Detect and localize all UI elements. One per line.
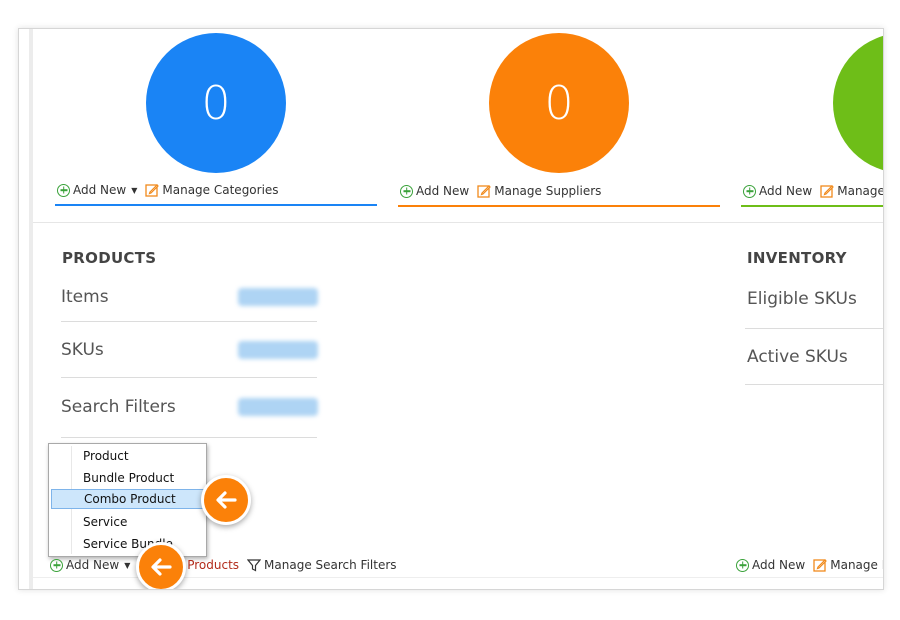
row-divider bbox=[61, 377, 317, 378]
manage-inventory-label: Manage In bbox=[830, 558, 883, 572]
funnel-icon bbox=[247, 558, 262, 572]
add-circle-icon bbox=[400, 184, 413, 198]
edit-icon bbox=[820, 184, 835, 198]
third-count-circle bbox=[833, 33, 883, 173]
add-circle-icon bbox=[743, 184, 756, 198]
callout-arrow-add-new bbox=[136, 542, 186, 589]
edit-icon bbox=[477, 184, 492, 198]
products-row-search-filters: Search Filters bbox=[61, 397, 176, 417]
menu-item-service-bundle[interactable]: Service Bundle bbox=[51, 534, 204, 554]
menu-item-bundle-product[interactable]: Bundle Product bbox=[51, 468, 204, 488]
categories-underline bbox=[55, 204, 377, 206]
add-new-label: Add New bbox=[752, 558, 806, 572]
suppliers-count: 0 bbox=[544, 76, 574, 130]
third-manage-label: Manage bbox=[837, 184, 884, 198]
frame-left-border bbox=[29, 29, 33, 589]
manage-suppliers-label: Manage Suppliers bbox=[494, 184, 602, 198]
products-title: PRODUCTS bbox=[62, 249, 157, 267]
caret-down-icon: ▼ bbox=[131, 185, 138, 195]
manage-search-filters-label: Manage Search Filters bbox=[264, 558, 397, 572]
menu-item-service[interactable]: Service bbox=[51, 512, 204, 532]
categories-actions: Add New ▼ Manage Categories bbox=[57, 183, 287, 197]
inventory-row-active-skus: Active SKUs bbox=[747, 347, 848, 367]
arrow-left-icon bbox=[151, 558, 172, 576]
add-circle-icon bbox=[736, 558, 749, 572]
manage-categories-link[interactable]: Manage Categories bbox=[145, 183, 279, 197]
categories-count-circle: 0 bbox=[146, 33, 286, 173]
inventory-add-new-button[interactable]: Add New bbox=[736, 558, 805, 572]
skus-value-blurred bbox=[238, 341, 318, 359]
suppliers-actions: Add New Manage Suppliers bbox=[400, 184, 609, 198]
row-divider bbox=[61, 437, 317, 438]
add-circle-icon bbox=[57, 183, 70, 197]
section-divider bbox=[33, 222, 883, 223]
dashboard-frame: 0 0 Add New ▼ Manage Categories Add New … bbox=[18, 28, 884, 590]
inventory-actions: Add New Manage In bbox=[736, 558, 883, 572]
manage-search-filters-link[interactable]: Manage Search Filters bbox=[247, 558, 397, 572]
caret-down-icon: ▼ bbox=[124, 560, 131, 570]
categories-count: 0 bbox=[201, 76, 231, 130]
inventory-title: INVENTORY bbox=[747, 249, 847, 267]
suppliers-count-circle: 0 bbox=[489, 33, 629, 173]
callout-arrow-combo-product bbox=[201, 475, 251, 525]
row-divider bbox=[61, 321, 317, 322]
manage-categories-label: Manage Categories bbox=[162, 183, 279, 197]
products-row-skus: SKUs bbox=[61, 340, 104, 360]
add-circle-icon bbox=[50, 558, 63, 572]
add-new-label: Add New bbox=[73, 183, 127, 197]
add-new-label: Add New bbox=[66, 558, 120, 572]
add-new-label: Add New bbox=[416, 184, 470, 198]
items-value-blurred bbox=[238, 288, 318, 306]
manage-suppliers-link[interactable]: Manage Suppliers bbox=[477, 184, 601, 198]
third-underline bbox=[741, 205, 883, 207]
products-row-items: Items bbox=[61, 287, 109, 307]
add-new-dropdown-menu: Product Bundle Product Combo Product Ser… bbox=[48, 443, 207, 557]
third-tile-actions: Add New Manage bbox=[743, 184, 884, 198]
add-new-label: Add New bbox=[759, 184, 813, 198]
menu-item-product[interactable]: Product bbox=[51, 446, 204, 466]
inventory-row-eligible-skus: Eligible SKUs bbox=[747, 289, 857, 309]
row-divider bbox=[745, 328, 883, 329]
suppliers-underline bbox=[398, 205, 720, 207]
edit-icon bbox=[145, 183, 160, 197]
products-actions: Add New ▼ ge Products Manage Search Filt… bbox=[50, 558, 405, 572]
arrow-left-icon bbox=[216, 491, 237, 509]
third-manage-link[interactable]: Manage bbox=[820, 184, 884, 198]
suppliers-add-new-button[interactable]: Add New bbox=[400, 184, 469, 198]
edit-icon bbox=[813, 558, 828, 572]
search-filters-value-blurred bbox=[238, 398, 318, 416]
menu-item-combo-product[interactable]: Combo Product bbox=[51, 489, 204, 509]
manage-inventory-link[interactable]: Manage In bbox=[813, 558, 883, 572]
products-add-new-button[interactable]: Add New ▼ bbox=[50, 558, 130, 572]
third-add-new-button[interactable]: Add New bbox=[743, 184, 812, 198]
categories-add-new-button[interactable]: Add New ▼ bbox=[57, 183, 137, 197]
row-divider bbox=[745, 384, 883, 385]
